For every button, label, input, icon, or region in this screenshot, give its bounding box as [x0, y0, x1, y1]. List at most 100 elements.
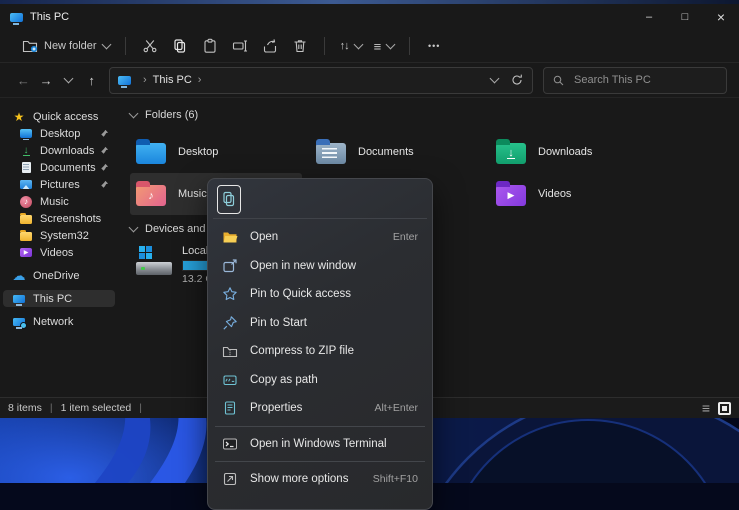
view-icon: ≡	[374, 39, 382, 54]
chevron-down-icon	[386, 39, 396, 49]
address-bar[interactable]: › This PC ›	[109, 67, 533, 94]
sidebar-item-label: Music	[40, 196, 69, 208]
folder-tile-videos[interactable]: ▶ Videos	[490, 173, 662, 215]
menu-item-open[interactable]: Open Enter	[213, 223, 427, 252]
sidebar-item-music[interactable]: ♪ Music	[3, 193, 115, 210]
folder-tile-documents[interactable]: Documents	[310, 131, 482, 173]
window-title: This PC	[30, 11, 69, 23]
chevron-down-icon	[353, 39, 363, 49]
sidebar-item-label: Screenshots	[40, 213, 101, 225]
context-menu-quick-actions	[213, 184, 427, 219]
view-button[interactable]: ≡	[368, 35, 401, 58]
menu-separator	[215, 461, 425, 462]
refresh-icon	[510, 73, 524, 87]
share-button[interactable]	[255, 33, 285, 59]
copy-button[interactable]	[165, 33, 195, 59]
toolbar-divider	[324, 37, 325, 55]
navigation-pane: ★ Quick access Desktop ↓ Downloads Docum…	[0, 97, 118, 398]
search-box[interactable]	[543, 67, 727, 94]
pictures-icon	[18, 177, 34, 193]
items-count: 8 items	[8, 402, 42, 414]
sidebar-item-screenshots[interactable]: Screenshots	[3, 210, 115, 227]
paste-icon	[202, 38, 218, 54]
recent-locations-button[interactable]	[58, 68, 81, 92]
toolbar-divider	[409, 37, 410, 55]
videos-icon: ▶	[18, 245, 34, 261]
menu-item-properties[interactable]: Properties Alt+Enter	[213, 394, 427, 423]
folders-header-label: Folders (6)	[145, 109, 198, 121]
tile-label: Documents	[358, 146, 414, 158]
sidebar-item-documents[interactable]: Documents	[3, 159, 115, 176]
command-toolbar: New folder	[0, 30, 739, 63]
delete-button[interactable]	[285, 33, 315, 59]
menu-separator	[215, 426, 425, 427]
menu-item-pin-to-start[interactable]: Pin to Start	[213, 309, 427, 338]
folder-tile-desktop[interactable]: Desktop	[130, 131, 302, 173]
sidebar-item-downloads[interactable]: ↓ Downloads	[3, 142, 115, 159]
status-divider: |	[50, 402, 53, 414]
address-dropdown-chevron-icon[interactable]	[490, 73, 500, 83]
menu-item-show-more-options[interactable]: Show more options Shift+F10	[213, 465, 427, 494]
menu-item-label: Show more options	[250, 473, 348, 485]
tile-label: Music	[178, 188, 207, 200]
sidebar-item-quick-access[interactable]: ★ Quick access	[3, 108, 115, 125]
documents-icon	[18, 160, 34, 176]
rename-button[interactable]	[225, 33, 255, 59]
paste-button[interactable]	[195, 33, 225, 59]
menu-item-label: Pin to Quick access	[250, 288, 351, 300]
menu-item-shortcut: Shift+F10	[373, 473, 418, 485]
share-icon	[262, 38, 278, 54]
title-bar: This PC – □ ×	[0, 4, 739, 30]
details-view-toggle[interactable]: ≡	[702, 403, 710, 413]
menu-item-label: Open in new window	[250, 260, 356, 272]
back-button[interactable]: ←	[12, 68, 35, 92]
refresh-button[interactable]	[510, 73, 524, 87]
new-folder-icon	[22, 38, 38, 54]
address-bar-row: ← → ↑ › This PC ›	[0, 63, 739, 98]
sidebar-item-pictures[interactable]: Pictures	[3, 176, 115, 193]
this-pc-icon	[118, 76, 131, 85]
sidebar-item-label: This PC	[33, 293, 72, 305]
up-button[interactable]: ↑	[80, 68, 103, 92]
forward-button[interactable]: →	[35, 68, 58, 92]
tile-label: Videos	[538, 188, 571, 200]
tile-label: Desktop	[178, 146, 218, 158]
menu-item-pin-to-quick-access[interactable]: Pin to Quick access	[213, 280, 427, 309]
breadcrumb-separator: ›	[143, 74, 147, 86]
minimize-button[interactable]: –	[631, 4, 667, 30]
folders-section-header[interactable]: Folders (6)	[130, 107, 739, 123]
menu-item-label: Copy as path	[250, 374, 318, 386]
tile-label: Downloads	[538, 146, 592, 158]
menu-item-label: Pin to Start	[250, 317, 307, 329]
pin-icon	[100, 146, 109, 155]
cut-button[interactable]	[135, 33, 165, 59]
copy-quick-button[interactable]	[217, 185, 241, 214]
maximize-button[interactable]: □	[667, 4, 703, 30]
sidebar-item-videos[interactable]: ▶ Videos	[3, 244, 115, 261]
new-folder-button[interactable]: New folder	[16, 34, 116, 58]
folder-tile-downloads[interactable]: ↓ Downloads	[490, 131, 662, 173]
zip-folder-icon	[222, 343, 238, 359]
more-options-button[interactable]: •••	[419, 33, 449, 59]
menu-item-shortcut: Enter	[393, 231, 418, 243]
sidebar-item-label: System32	[40, 230, 89, 242]
sidebar-item-onedrive[interactable]: ☁ OneDrive	[3, 267, 115, 284]
sidebar-item-desktop[interactable]: Desktop	[3, 125, 115, 142]
desktop-folder-icon	[136, 143, 166, 164]
sidebar-item-network[interactable]: Network	[3, 313, 115, 330]
this-pc-icon	[10, 13, 23, 22]
menu-item-copy-as-path[interactable]: Copy as path	[213, 366, 427, 395]
chevron-down-icon	[64, 73, 74, 83]
sort-button[interactable]: ↑↓	[334, 36, 368, 56]
menu-item-compress-to-zip[interactable]: Compress to ZIP file	[213, 337, 427, 366]
sidebar-item-system32[interactable]: System32	[3, 227, 115, 244]
show-more-options-icon	[222, 471, 238, 487]
breadcrumb-location[interactable]: This PC	[153, 74, 192, 86]
music-folder-icon: ♪	[136, 185, 166, 206]
sidebar-item-this-pc[interactable]: This PC	[3, 290, 115, 307]
menu-item-open-in-windows-terminal[interactable]: Open in Windows Terminal	[213, 430, 427, 459]
large-icons-view-toggle[interactable]	[718, 402, 731, 415]
search-input[interactable]	[572, 73, 718, 87]
menu-item-open-in-new-window[interactable]: Open in new window	[213, 252, 427, 281]
close-button[interactable]: ×	[703, 4, 739, 30]
